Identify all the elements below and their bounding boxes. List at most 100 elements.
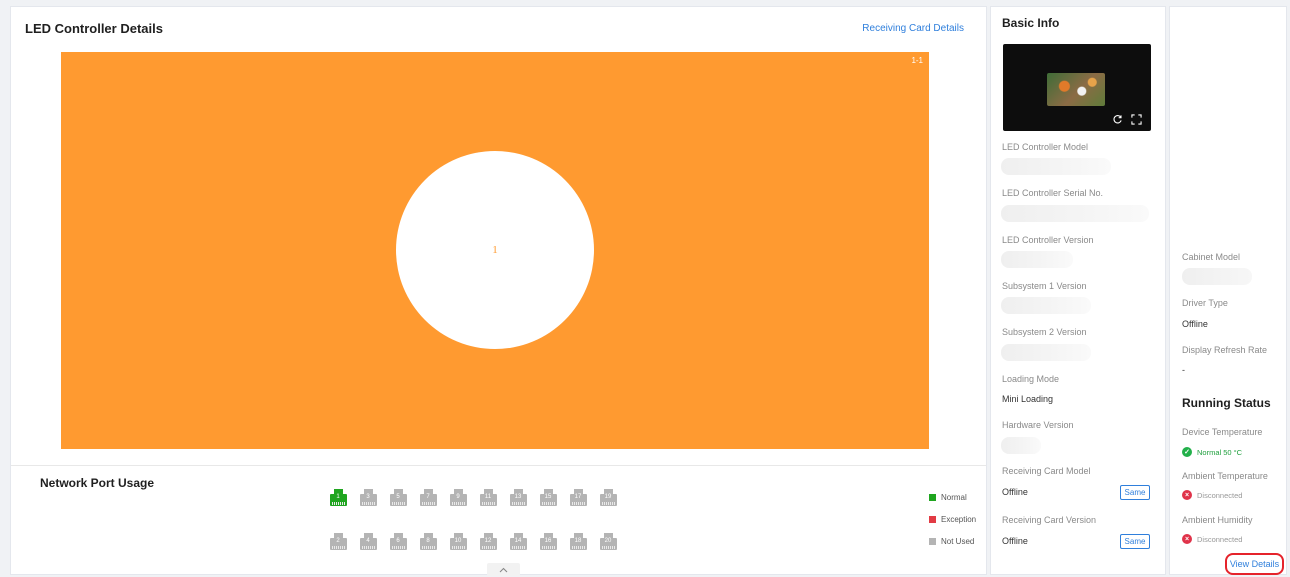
network-port-1[interactable]: 1 xyxy=(323,489,353,506)
page: LED Controller Details Receiving Card De… xyxy=(0,0,1290,577)
network-port-icon: 19 xyxy=(599,489,617,506)
subsystem-2-version-value-redacted xyxy=(1001,344,1091,361)
legend-exception-label: Exception xyxy=(941,515,977,524)
led-controller-serial-label: LED Controller Serial No. xyxy=(1002,188,1104,198)
network-port-icon: 9 xyxy=(449,489,467,506)
receiving-card-model-value: Offline xyxy=(1002,487,1028,497)
network-port-number: 10 xyxy=(454,538,462,544)
receiving-card-model-same-button[interactable]: Same xyxy=(1120,485,1150,500)
network-port-18[interactable]: 18 xyxy=(563,533,593,550)
collapse-button[interactable] xyxy=(487,563,520,576)
network-port-number: 7 xyxy=(426,494,430,500)
legend-normal: Normal xyxy=(929,493,967,502)
network-port-19[interactable]: 19 xyxy=(593,489,623,506)
led-screen-preview[interactable]: 1-1 1 xyxy=(61,52,929,449)
ambient-temperature-status: × Disconnected xyxy=(1182,490,1242,500)
chevron-up-icon xyxy=(499,567,508,572)
legend-normal-label: Normal xyxy=(941,493,967,502)
preview-controls xyxy=(1112,114,1142,125)
network-port-10[interactable]: 10 xyxy=(443,533,473,550)
network-port-12[interactable]: 12 xyxy=(473,533,503,550)
led-controller-version-label: LED Controller Version xyxy=(1002,235,1094,245)
divider xyxy=(11,465,986,466)
loading-mode-value: Mini Loading xyxy=(1002,394,1054,404)
display-refresh-rate-label: Display Refresh Rate xyxy=(1182,345,1268,355)
loading-mode-label: Loading Mode xyxy=(1002,374,1060,384)
fullscreen-icon[interactable] xyxy=(1131,114,1142,125)
network-port-9[interactable]: 9 xyxy=(443,489,473,506)
network-port-number: 12 xyxy=(484,538,492,544)
network-port-6[interactable]: 6 xyxy=(383,533,413,550)
led-controller-model-value-redacted xyxy=(1001,158,1111,175)
network-port-icon: 14 xyxy=(509,533,527,550)
network-port-number: 19 xyxy=(604,494,612,500)
screen-thumbnail-preview xyxy=(1003,44,1151,131)
network-port-number: 6 xyxy=(396,538,400,544)
x-circle-icon: × xyxy=(1182,490,1192,500)
network-port-11[interactable]: 11 xyxy=(473,489,503,506)
network-port-icon: 5 xyxy=(389,489,407,506)
legend-not-used-label: Not Used xyxy=(941,537,975,546)
basic-info-panel: Basic Info LED Controller Model LED Cont… xyxy=(990,6,1166,575)
network-port-number: 9 xyxy=(456,494,460,500)
receiving-card-details-link[interactable]: Receiving Card Details xyxy=(862,23,964,34)
view-details-link[interactable]: View Details xyxy=(1225,553,1284,575)
network-port-17[interactable]: 17 xyxy=(563,489,593,506)
refresh-icon[interactable] xyxy=(1112,114,1123,125)
network-port-number: 5 xyxy=(396,494,400,500)
receiving-card-version-value: Offline xyxy=(1002,536,1028,546)
network-port-number: 4 xyxy=(366,538,370,544)
network-port-4[interactable]: 4 xyxy=(353,533,383,550)
ambient-temperature-label: Ambient Temperature xyxy=(1182,471,1268,481)
network-ports-row-even: 2 4 6 8 10 12 14 16 18 20 xyxy=(323,533,683,550)
display-refresh-rate-value: - xyxy=(1182,365,1185,375)
network-port-number: 17 xyxy=(574,494,582,500)
network-port-number: 1 xyxy=(336,494,340,500)
ambient-humidity-status: × Disconnected xyxy=(1182,534,1242,544)
driver-type-label: Driver Type xyxy=(1182,298,1228,308)
network-port-number: 11 xyxy=(484,494,492,500)
legend-exception: Exception xyxy=(929,515,976,524)
panel-title: LED Controller Details xyxy=(25,21,163,36)
subsystem-1-version-label: Subsystem 1 Version xyxy=(1002,281,1087,291)
led-controller-model-label: LED Controller Model xyxy=(1002,142,1089,152)
network-port-usage-title: Network Port Usage xyxy=(40,476,155,490)
network-port-14[interactable]: 14 xyxy=(503,533,533,550)
cabinet-model-value-redacted xyxy=(1182,268,1252,285)
device-temperature-value: Normal 50 °C xyxy=(1197,447,1243,457)
network-port-13[interactable]: 13 xyxy=(503,489,533,506)
network-port-icon: 15 xyxy=(539,489,557,506)
network-ports-row-odd: 1 3 5 7 9 11 13 15 17 19 xyxy=(323,489,683,506)
network-port-15[interactable]: 15 xyxy=(533,489,563,506)
network-port-5[interactable]: 5 xyxy=(383,489,413,506)
network-port-icon: 7 xyxy=(419,489,437,506)
led-controller-details-panel: LED Controller Details Receiving Card De… xyxy=(10,6,987,576)
network-port-7[interactable]: 7 xyxy=(413,489,443,506)
basic-info-title: Basic Info xyxy=(1002,16,1060,30)
screen-index-number: 1 xyxy=(492,244,498,256)
network-port-number: 13 xyxy=(514,494,522,500)
network-port-8[interactable]: 8 xyxy=(413,533,443,550)
x-circle-icon: × xyxy=(1182,534,1192,544)
network-port-3[interactable]: 3 xyxy=(353,489,383,506)
receiving-card-version-label: Receiving Card Version xyxy=(1002,515,1097,525)
network-port-icon: 8 xyxy=(419,533,437,550)
receiving-card-version-same-button[interactable]: Same xyxy=(1120,534,1150,549)
network-port-16[interactable]: 16 xyxy=(533,533,563,550)
network-port-number: 15 xyxy=(544,494,552,500)
legend-not-used-swatch xyxy=(929,538,936,545)
driver-type-value: Offline xyxy=(1182,319,1208,329)
network-port-icon: 10 xyxy=(449,533,467,550)
network-port-icon: 16 xyxy=(539,533,557,550)
network-port-20[interactable]: 20 xyxy=(593,533,623,550)
network-port-number: 16 xyxy=(544,538,552,544)
hardware-version-label: Hardware Version xyxy=(1002,420,1074,430)
network-port-icon: 13 xyxy=(509,489,527,506)
network-port-number: 3 xyxy=(366,494,370,500)
network-port-icon: 2 xyxy=(329,533,347,550)
ambient-humidity-value: Disconnected xyxy=(1197,534,1243,544)
preview-image xyxy=(1047,73,1105,106)
ambient-humidity-label: Ambient Humidity xyxy=(1182,515,1253,525)
network-port-2[interactable]: 2 xyxy=(323,533,353,550)
cabinet-info-panel: Cabinet Model Driver Type Offline Displa… xyxy=(1169,6,1287,575)
